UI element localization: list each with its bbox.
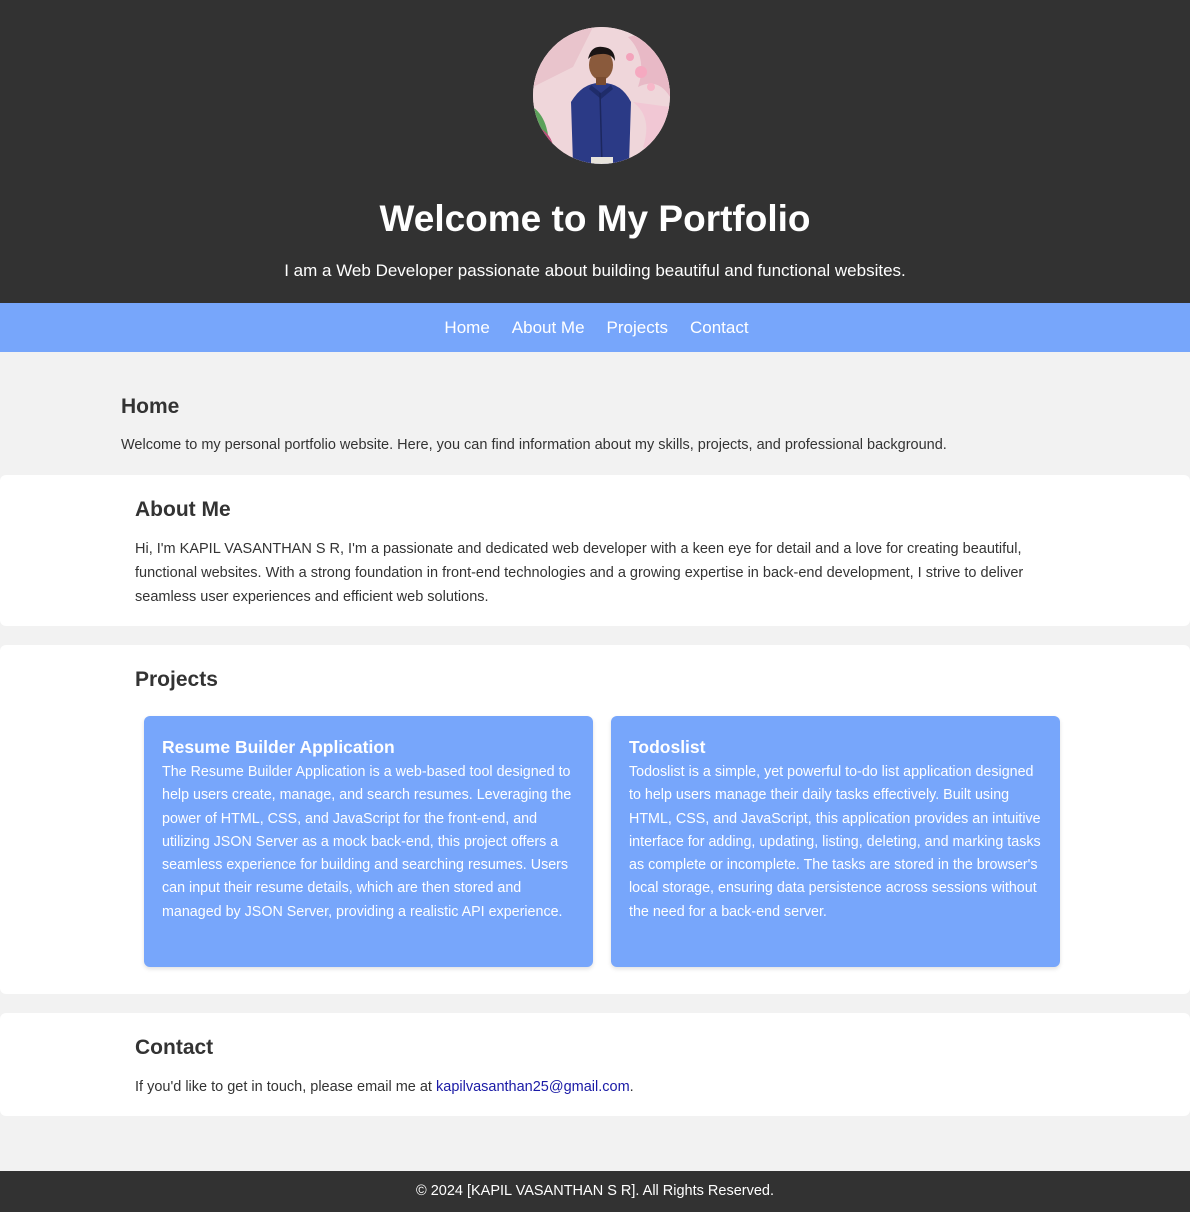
contact-email-link[interactable]: kapilvasanthan25@gmail.com <box>436 1079 630 1095</box>
footer-copyright: © 2024 [KAPIL VASANTHAN S R]. All Rights… <box>415 1183 775 1199</box>
projects-heading: Projects <box>135 668 218 691</box>
contact-section: Contact If you'd like to get in touch, p… <box>0 1013 1190 1116</box>
page-subtitle: I am a Web Developer passionate about bu… <box>284 261 906 280</box>
project-description: Todoslist is a simple, yet powerful to-d… <box>629 764 1041 920</box>
home-heading: Home <box>121 395 180 418</box>
project-description: The Resume Builder Application is a web-… <box>162 764 572 920</box>
contact-text: If you'd like to get in touch, please em… <box>135 1077 634 1097</box>
nav-link-about[interactable]: About Me <box>512 317 585 339</box>
project-title: Resume Builder Application <box>162 737 395 757</box>
main-nav: Home About Me Projects Contact <box>0 303 1190 352</box>
contact-text-before: If you'd like to get in touch, please em… <box>135 1079 436 1095</box>
nav-link-contact[interactable]: Contact <box>690 317 749 339</box>
project-card-todoslist: Todoslist Todoslist is a simple, yet pow… <box>611 716 1060 967</box>
contact-heading: Contact <box>135 1036 214 1059</box>
about-text: Hi, I'm KAPIL VASANTHAN S R, I'm a passi… <box>135 541 1024 605</box>
projects-section: Projects Resume Builder Application The … <box>0 645 1190 994</box>
nav-link-home[interactable]: Home <box>444 317 489 339</box>
site-header: Welcome to My Portfolio I am a Web Devel… <box>0 0 1190 303</box>
home-text: Welcome to my personal portfolio website… <box>121 437 947 453</box>
project-title: Todoslist <box>629 737 706 757</box>
about-section: About Me Hi, I'm KAPIL VASANTHAN S R, I'… <box>0 475 1190 626</box>
profile-photo <box>533 27 670 164</box>
profile-avatar <box>533 27 670 164</box>
contact-text-after: . <box>629 1079 634 1095</box>
site-footer: © 2024 [KAPIL VASANTHAN S R]. All Rights… <box>0 1171 1190 1212</box>
page-title: Welcome to My Portfolio <box>379 198 811 239</box>
nav-link-projects[interactable]: Projects <box>607 317 668 339</box>
about-heading: About Me <box>135 498 231 521</box>
project-card-resume-builder: Resume Builder Application The Resume Bu… <box>144 716 593 967</box>
